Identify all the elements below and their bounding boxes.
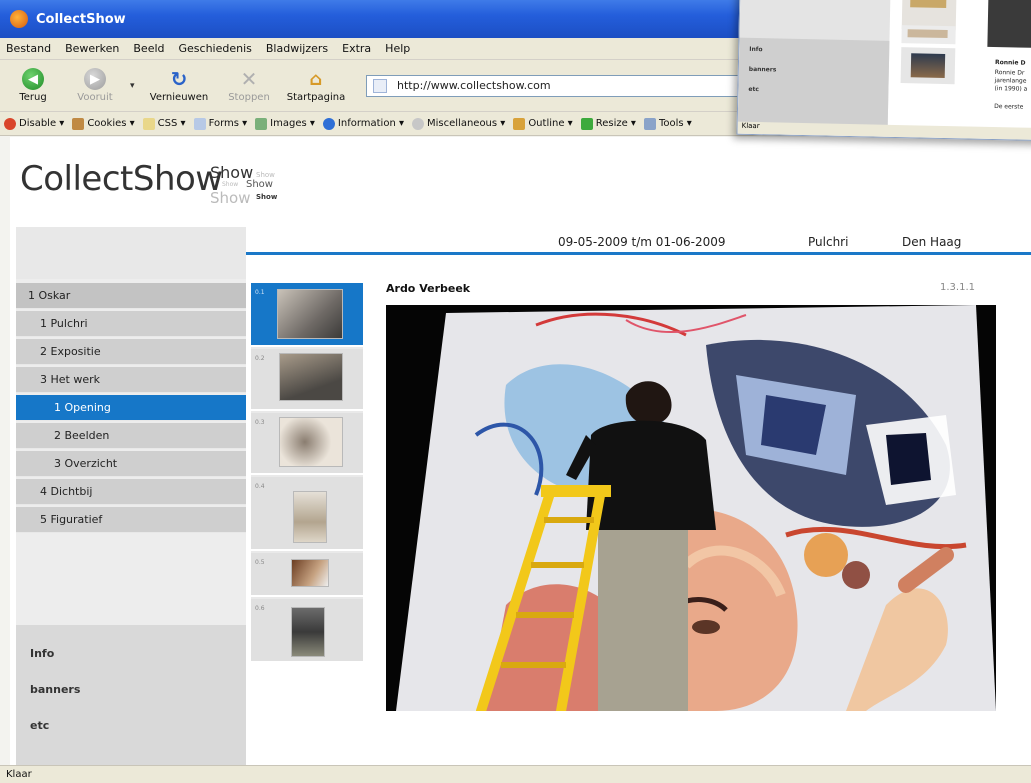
thumbnail[interactable]: 0.3 [251, 413, 363, 475]
dev-outline[interactable]: Outline ▾ [513, 117, 573, 130]
dev-tools[interactable]: Tools ▾ [643, 117, 692, 130]
overlay-thumbnail [901, 25, 956, 45]
nav-item-dichtbij[interactable]: 4 Dichtbij [16, 479, 246, 505]
forward-label: Vooruit [77, 92, 113, 103]
date-range: 09-05-2009 t/m 01-06-2009 [558, 235, 726, 249]
dev-information[interactable]: Information ▾ [322, 117, 404, 130]
status-text: Klaar [6, 769, 32, 780]
sidebar-links-block: Info banners etc [16, 625, 246, 765]
home-button[interactable]: ⌂ Startpagina [284, 68, 348, 104]
link-info[interactable]: Info [30, 647, 54, 660]
menu-view[interactable]: Beeld [133, 42, 164, 55]
reload-label: Vernieuwen [149, 92, 209, 103]
link-etc[interactable]: etc [30, 719, 49, 732]
menu-history[interactable]: Geschiedenis [179, 42, 252, 55]
disable-icon [4, 117, 16, 130]
thumbnail[interactable]: 0.1 [251, 283, 363, 347]
overlay-link-info: Info [749, 45, 763, 54]
stop-button[interactable]: ✕ Stoppen [222, 67, 276, 103]
tools-icon [643, 117, 656, 130]
overlay-main-image [987, 0, 1031, 49]
artwork-code: 1.3.1.1 [940, 282, 975, 293]
nav-item-overzicht[interactable]: 3 Overzicht [16, 451, 246, 477]
menu-bookmarks[interactable]: Bladwijzers [266, 42, 328, 55]
thumbnail[interactable]: 0.6 [251, 599, 363, 663]
site-logo[interactable]: CollectShow [20, 159, 223, 199]
dev-css[interactable]: CSS ▾ [142, 117, 186, 130]
menu-help[interactable]: Help [385, 42, 410, 55]
home-icon: ⌂ [309, 68, 323, 90]
window-title: CollectShow [36, 11, 126, 27]
sidebar-header-block [16, 227, 246, 279]
menu-file[interactable]: Bestand [6, 42, 51, 55]
nav-item-beelden[interactable]: 2 Beelden [16, 423, 246, 449]
reload-button[interactable]: ↻ Vernieuwen [144, 67, 214, 103]
stop-icon: ✕ [240, 67, 258, 91]
miscellaneous-icon [412, 117, 424, 130]
information-icon [322, 117, 335, 130]
stop-label: Stoppen [228, 92, 270, 103]
dev-images[interactable]: Images ▾ [255, 117, 315, 130]
overlay-link-banners: banners [748, 65, 777, 74]
address-bar[interactable]: http://www.collectshow.com [366, 74, 766, 97]
back-label: Terug [19, 92, 47, 103]
venue: Pulchri [808, 235, 849, 249]
nav-item-expositie[interactable]: 2 Expositie [16, 339, 246, 365]
overlay-thumbnail [900, 47, 956, 85]
dev-resize[interactable]: Resize ▾ [580, 117, 636, 130]
browser-window: CollectShow Bestand Bewerken Beeld Gesch… [0, 0, 1031, 783]
home-label: Startpagina [286, 92, 346, 103]
resize-icon [580, 117, 593, 130]
thumbnail-image [291, 607, 325, 657]
header-rule [246, 252, 1031, 255]
forward-arrow-icon: ▶ [84, 68, 106, 90]
page-viewport: CollectShow Show Show Show Show Show Sho… [10, 137, 1031, 765]
nav-item-pulchri[interactable]: 1 Pulchri [16, 311, 246, 337]
nav-item-opening[interactable]: 1 Opening [16, 395, 246, 421]
page-icon [373, 78, 387, 93]
thumbnail-strip: 0.1 0.2 0.3 0.4 0.5 0.6 [251, 283, 363, 663]
thumbnail-image [279, 353, 343, 401]
outline-icon [513, 117, 526, 130]
status-bar: Klaar [0, 765, 1031, 783]
thumbnail[interactable]: 0.4 [251, 477, 363, 551]
menu-tools[interactable]: Extra [342, 42, 371, 55]
dev-forms[interactable]: Forms ▾ [193, 117, 247, 130]
city: Den Haag [902, 235, 962, 249]
forms-icon [193, 117, 206, 130]
dev-disable[interactable]: Disable ▾ [4, 117, 64, 130]
nav-item-oskar[interactable]: 1 Oskar [16, 283, 246, 309]
cookies-icon [72, 117, 85, 130]
url-text: http://www.collectshow.com [397, 79, 551, 92]
menu-edit[interactable]: Bewerken [65, 42, 119, 55]
images-icon [255, 117, 268, 130]
thumbnail-image [291, 559, 329, 587]
painting-photo [386, 305, 996, 711]
thumbnail-image [293, 491, 327, 543]
overlay-link-etc: etc [748, 85, 759, 94]
nav-item-het-werk[interactable]: 3 Het werk [16, 367, 246, 393]
back-arrow-icon: ◀ [22, 68, 44, 90]
exhibition-header: 09-05-2009 t/m 01-06-2009 Pulchri Den Ha… [246, 227, 1031, 255]
logo-show-stack: Show Show Show Show Show Show [210, 163, 278, 207]
thumbnail[interactable]: 0.2 [251, 349, 363, 411]
artist-name: Ardo Verbeek [386, 282, 471, 295]
overlay-sidebar-lower: Info banners etc [737, 37, 890, 131]
reload-icon: ↻ [170, 67, 188, 91]
css-icon [142, 117, 155, 130]
thumbnail-image [277, 289, 343, 339]
thumbnail-image [279, 417, 343, 467]
main-artwork-image [386, 305, 996, 711]
back-button[interactable]: ◀ Terug [6, 68, 60, 103]
overlay-screenshot: Info banners etc Ronnie D Ronnie Dr jare… [736, 0, 1031, 142]
dev-miscellaneous[interactable]: Miscellaneous ▾ [412, 117, 505, 130]
thumbnail[interactable]: 0.5 [251, 553, 363, 597]
forward-button[interactable]: ▶ Vooruit [68, 68, 122, 103]
history-dropdown-icon[interactable]: ▾ [130, 81, 140, 91]
firefox-icon [10, 10, 28, 28]
dev-cookies[interactable]: Cookies ▾ [72, 117, 135, 130]
link-banners[interactable]: banners [30, 683, 80, 696]
nav-item-figuratief[interactable]: 5 Figuratief [16, 507, 246, 533]
